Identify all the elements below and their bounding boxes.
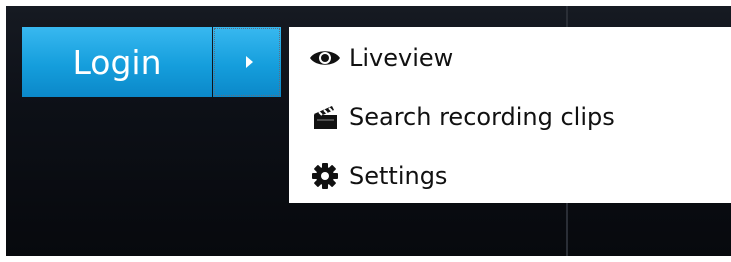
clapperboard-icon: [309, 102, 341, 132]
login-options-menu: Liveview Search recording clips Settings: [289, 27, 731, 203]
menu-item-settings[interactable]: Settings: [289, 149, 731, 208]
login-button-label: Login: [72, 42, 162, 82]
menu-item-label: Search recording clips: [349, 102, 615, 131]
login-button[interactable]: Login: [22, 27, 212, 97]
menu-item-search-recording-clips[interactable]: Search recording clips: [289, 90, 731, 149]
eye-icon: [309, 43, 341, 73]
chevron-right-icon: [245, 56, 253, 68]
menu-item-label: Settings: [349, 161, 448, 190]
menu-item-liveview[interactable]: Liveview: [289, 31, 731, 90]
gear-icon: [309, 161, 341, 191]
menu-item-label: Liveview: [349, 43, 454, 72]
login-options-expand-button[interactable]: [213, 27, 281, 97]
